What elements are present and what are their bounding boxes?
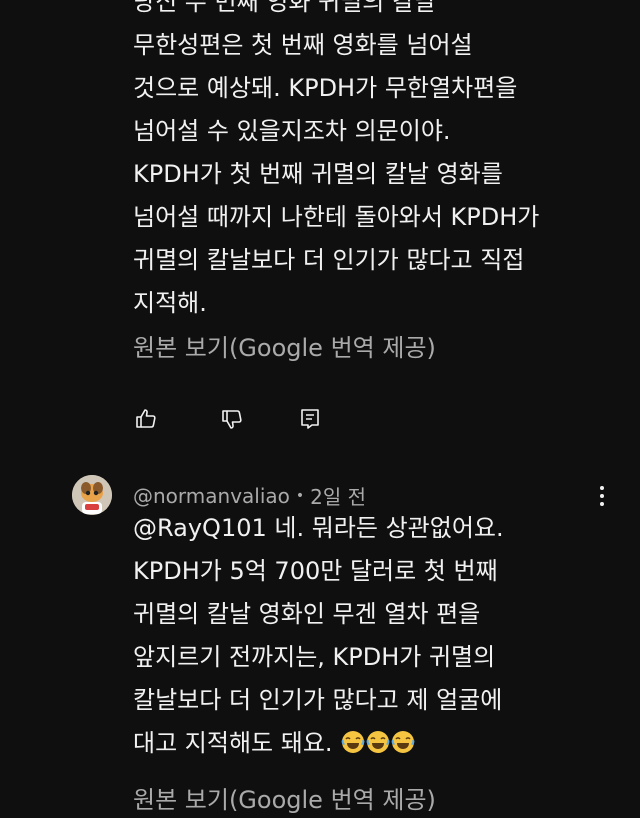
laughing-tears-emoji-icon: [391, 731, 415, 753]
reply-button[interactable]: [297, 404, 323, 434]
laughing-tears-emoji-icon: [341, 731, 365, 753]
comment-text: @RayQ101 네. 뭐라든 상관없어요. KPDH가 5억 700만 달러로…: [133, 507, 613, 765]
reply-comment-icon: [301, 409, 319, 429]
author-name[interactable]: @normanvaliao: [133, 484, 290, 508]
like-button[interactable]: [133, 404, 159, 434]
more-options-button[interactable]: [592, 482, 612, 510]
see-original-link[interactable]: 원본 보기(Google 번역 제공): [133, 328, 436, 363]
comment-text: 당신 수 번째 영화 귀멸의 칼날 무한성편은 첫 번째 영화를 넘어설 것으로…: [133, 0, 540, 317]
comment-body: @RayQ101 네. 뭐라든 상관없어요. KPDH가 5억 700만 달러로…: [133, 514, 504, 757]
more-vertical-icon: [600, 486, 604, 490]
comment-timestamp[interactable]: 2일 전: [310, 481, 366, 510]
emoji-group: [340, 729, 415, 757]
thumbs-up-icon: [136, 409, 156, 428]
comment-meta: @normanvaliao • 2일 전: [133, 481, 366, 510]
dislike-button[interactable]: [219, 404, 245, 434]
thumbs-down-icon: [222, 410, 242, 429]
avatar[interactable]: [72, 475, 112, 515]
see-original-link[interactable]: 원본 보기(Google 번역 제공): [133, 780, 436, 815]
cartoon-avatar: [72, 475, 112, 515]
separator-dot: •: [295, 487, 305, 504]
laughing-tears-emoji-icon: [366, 731, 390, 753]
